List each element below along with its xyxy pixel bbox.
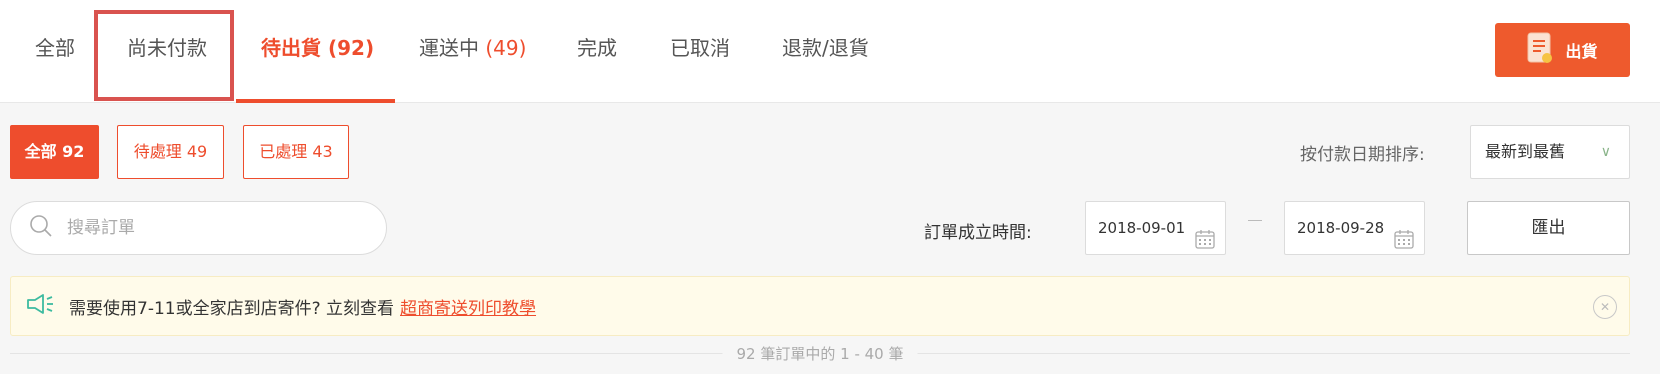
order-count-text: 92 筆訂單中的 1 - 40 筆 [722, 343, 918, 364]
notice-text: 需要使用7-11或全家店到店寄件? 立刻查看 [69, 298, 395, 319]
filter-pending[interactable]: 待處理 49 [117, 125, 224, 179]
filter-processed[interactable]: 已處理 43 [243, 125, 349, 179]
tab-all[interactable]: 全部 [35, 0, 75, 103]
close-icon[interactable]: ✕ [1593, 295, 1617, 319]
chevron-down-icon: ∨ [1600, 144, 1611, 160]
date-range-label: 訂單成立時間: [924, 223, 1032, 243]
notice-banner: 需要使用7-11或全家店到店寄件? 立刻查看 超商寄送列印教學 ✕ [10, 276, 1630, 336]
calendar-icon [1394, 218, 1414, 270]
export-button[interactable]: 匯出 [1467, 201, 1630, 255]
calendar-icon [1195, 218, 1215, 270]
date-to-field[interactable]: 2018-09-28 [1284, 201, 1425, 255]
tab-to-ship[interactable]: 待出貨 (92) [261, 0, 374, 103]
document-icon [1527, 32, 1553, 68]
tab-label: 全部 [35, 36, 75, 60]
tab-count: (92) [327, 36, 375, 60]
search-box [10, 201, 387, 255]
tab-shipping[interactable]: 運送中 (49) [419, 0, 526, 103]
search-icon [29, 214, 53, 242]
notice-link[interactable]: 超商寄送列印教學 [400, 294, 536, 319]
tab-label: 退款/退貨 [782, 36, 869, 60]
export-button-label: 匯出 [1531, 218, 1566, 238]
megaphone-icon [25, 292, 55, 321]
filter-all[interactable]: 全部 92 [10, 125, 99, 179]
filter-label: 待處理 49 [133, 142, 208, 161]
tab-label: 待出貨 [261, 36, 321, 60]
filter-label: 全部 92 [24, 142, 85, 161]
filter-label: 已處理 43 [259, 142, 333, 161]
tab-count: (49) [485, 36, 527, 60]
active-tab-indicator [236, 99, 395, 103]
sort-label: 按付款日期排序: [1300, 145, 1425, 165]
tab-label: 已取消 [670, 36, 730, 60]
date-from-value: 2018-09-01 [1098, 219, 1186, 237]
tab-label: 運送中 [419, 36, 479, 60]
sort-dropdown[interactable]: 最新到最舊 ∨ [1470, 125, 1630, 179]
date-range-separator [1248, 220, 1262, 221]
tab-cancelled[interactable]: 已取消 [670, 0, 730, 103]
tab-label: 完成 [577, 36, 617, 60]
ship-button-label: 出貨 [1565, 42, 1598, 61]
date-to-value: 2018-09-28 [1297, 219, 1385, 237]
sort-selected-value: 最新到最舊 [1485, 142, 1566, 161]
tab-completed[interactable]: 完成 [577, 0, 617, 103]
order-tabs-bar: 全部 尚未付款 待出貨 (92) 運送中 (49) 完成 已取消 退款/退貨 出… [0, 0, 1660, 103]
date-from-field[interactable]: 2018-09-01 [1085, 201, 1226, 255]
tab-label: 尚未付款 [127, 36, 207, 60]
search-input[interactable] [67, 218, 347, 238]
tab-refund-return[interactable]: 退款/退貨 [782, 0, 869, 103]
ship-button[interactable]: 出貨 [1495, 23, 1630, 77]
order-count-summary: 92 筆訂單中的 1 - 40 筆 [10, 343, 1630, 364]
tab-unpaid[interactable]: 尚未付款 [127, 0, 207, 103]
